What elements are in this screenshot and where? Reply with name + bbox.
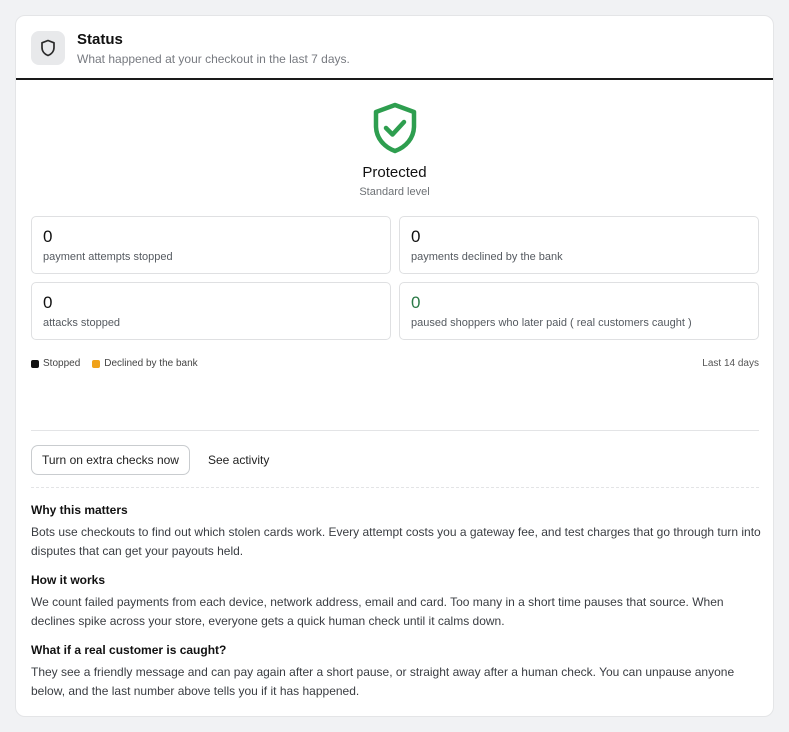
page-subtitle: What happened at your checkout in the la… [77, 52, 350, 66]
info-body: They see a friendly message and can pay … [31, 665, 735, 698]
stat-card-bank-declined: 0 payments declined by the bank [399, 216, 759, 274]
stat-card-attempts-stopped: 0 payment attempts stopped [31, 216, 391, 274]
stat-card-attacks-stopped: 0 attacks stopped [31, 282, 391, 340]
shield-check-icon [371, 102, 419, 154]
info-title: What if a real customer is caught? [31, 643, 227, 657]
info-how-it-works: How it works We count failed payments fr… [31, 572, 761, 631]
stat-label: payment attempts stopped [43, 251, 173, 263]
stat-card-customers-caught: 0 paused shoppers who later paid ( real … [399, 282, 759, 340]
legend-item-stopped: Stopped [31, 358, 80, 369]
status-level: Standard level [359, 186, 430, 198]
status-card: Status What happened at your checkout in… [15, 15, 774, 717]
info-body: Bots use checkouts to find out which sto… [31, 525, 761, 558]
chart-legend: Stopped Declined by the bank Last 14 day… [31, 358, 759, 369]
info-body: We count failed payments from each devic… [31, 595, 724, 628]
page-title: Status [77, 31, 123, 48]
shield-icon [31, 31, 65, 65]
legend-item-declined: Declined by the bank [92, 358, 198, 369]
legend-swatch [31, 359, 39, 368]
status-label: Protected [362, 164, 427, 181]
card-header: Status What happened at your checkout in… [16, 16, 773, 80]
date-range-label: Last 14 days [702, 358, 759, 369]
info-title: How it works [31, 573, 106, 587]
stat-label: attacks stopped [43, 317, 121, 329]
info-real-customer: What if a real customer is caught? They … [31, 642, 761, 701]
legend-swatch [92, 359, 101, 368]
stat-label: paused shoppers who later paid ( real cu… [411, 317, 692, 329]
stats-grid: 0 payment attempts stopped 0 payments de… [31, 216, 759, 340]
see-activity-button[interactable]: See activity [200, 445, 277, 475]
info-section: Why this matters Bots use checkouts to f… [31, 502, 761, 712]
stat-label: payments declined by the bank [411, 251, 563, 263]
legend-label: Stopped [43, 358, 81, 369]
extra-checks-button[interactable]: Turn on extra checks now [31, 445, 190, 475]
actions-row: Turn on extra checks now See activity [31, 445, 759, 475]
legend-label: Declined by the bank [104, 358, 198, 369]
stat-value: 0 [43, 227, 53, 246]
stat-value: 0 [411, 227, 421, 246]
stat-value: 0 [411, 293, 421, 312]
protection-status: Protected Standard level [16, 80, 773, 199]
divider [31, 430, 759, 431]
info-title: Why this matters [31, 503, 128, 517]
info-why-this-matters: Why this matters Bots use checkouts to f… [31, 502, 761, 561]
divider-dashed [31, 487, 759, 488]
stat-value: 0 [43, 293, 53, 312]
